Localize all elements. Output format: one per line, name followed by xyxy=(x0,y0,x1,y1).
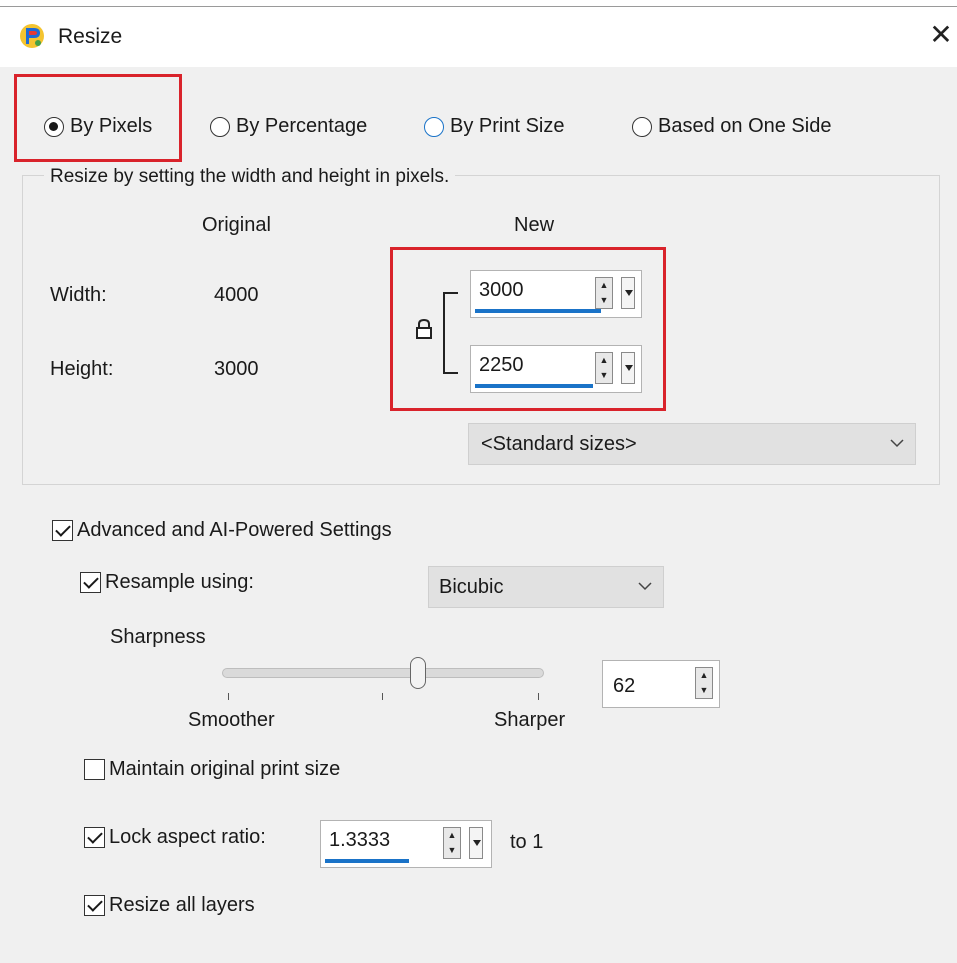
radio-label: By Print Size xyxy=(450,115,565,137)
slider-tick xyxy=(228,693,229,700)
checkbox-label: Resample using: xyxy=(105,571,254,593)
lock-aspect-ratio-checkbox[interactable]: Lock aspect ratio: xyxy=(84,826,266,849)
resample-checkbox[interactable]: Resample using: xyxy=(80,571,254,594)
resample-method-select[interactable]: Bicubic xyxy=(428,566,664,608)
slider-tick xyxy=(382,693,383,700)
maintain-print-size-checkbox[interactable]: Maintain original print size xyxy=(84,758,340,781)
radio-by-pixels[interactable]: By Pixels xyxy=(44,115,152,138)
aspect-ratio-suffix: to 1 xyxy=(510,831,544,853)
checkbox-indicator xyxy=(84,895,105,916)
app-logo-icon xyxy=(20,24,44,48)
original-width-value: 4000 xyxy=(214,284,259,306)
height-label: Height: xyxy=(50,358,114,380)
radio-label: By Percentage xyxy=(236,115,368,137)
radio-indicator xyxy=(632,116,652,137)
smoother-label: Smoother xyxy=(188,709,275,731)
sharpness-up-down-icon[interactable]: ▲ ▼ xyxy=(695,667,713,699)
aspect-up-down-icon[interactable]: ▲ ▼ xyxy=(443,827,461,859)
checkbox-indicator xyxy=(84,827,105,848)
radio-by-percentage[interactable]: By Percentage xyxy=(210,115,367,138)
width-dropdown-icon[interactable] xyxy=(621,277,635,309)
slider-tick xyxy=(538,693,539,700)
sharper-label: Sharper xyxy=(494,709,566,731)
sharpness-label: Sharpness xyxy=(110,626,206,648)
height-dropdown-icon[interactable] xyxy=(621,352,635,384)
title-bar xyxy=(0,7,957,67)
radio-by-print-size[interactable]: By Print Size xyxy=(424,115,564,138)
input-underline xyxy=(475,309,601,313)
original-height-value: 3000 xyxy=(214,358,259,380)
input-underline xyxy=(475,384,593,388)
width-up-down-icon[interactable]: ▲ ▼ xyxy=(595,277,613,309)
window-title: Resize xyxy=(58,25,123,48)
new-width-value: 3000 xyxy=(479,279,524,301)
sharpness-slider-track[interactable] xyxy=(222,668,544,678)
radio-indicator xyxy=(44,116,64,137)
aspect-ratio-spinner[interactable]: 1.3333 ▲ ▼ xyxy=(320,820,492,868)
chevron-down-icon xyxy=(890,439,904,448)
column-new-header: New xyxy=(514,214,555,236)
checkbox-label: Lock aspect ratio: xyxy=(109,826,266,848)
checkbox-indicator xyxy=(80,572,101,593)
radio-indicator xyxy=(210,116,230,137)
height-up-down-icon[interactable]: ▲ ▼ xyxy=(595,352,613,384)
standard-sizes-select[interactable]: <Standard sizes> xyxy=(468,423,916,465)
sharpness-slider-thumb[interactable] xyxy=(410,657,426,689)
radio-indicator xyxy=(424,116,444,137)
aspect-ratio-value: 1.3333 xyxy=(329,829,391,851)
resize-all-layers-checkbox[interactable]: Resize all layers xyxy=(84,894,255,917)
column-original-header: Original xyxy=(202,214,271,236)
advanced-settings-checkbox[interactable]: Advanced and AI-Powered Settings xyxy=(52,519,392,542)
checkbox-indicator xyxy=(52,520,73,541)
checkbox-label: Maintain original print size xyxy=(109,758,341,780)
aspect-dropdown-icon[interactable] xyxy=(469,827,483,859)
checkbox-label: Resize all layers xyxy=(109,894,255,916)
new-height-value: 2250 xyxy=(479,354,524,376)
width-label: Width: xyxy=(50,284,107,306)
close-icon[interactable]: ✕ xyxy=(926,20,956,50)
new-height-spinner[interactable]: 2250 ▲ ▼ xyxy=(470,345,642,393)
checkbox-indicator xyxy=(84,759,105,780)
resample-method-value: Bicubic xyxy=(439,576,504,598)
chevron-down-icon xyxy=(638,582,652,591)
radio-label: Based on One Side xyxy=(658,115,832,137)
sharpness-value: 62 xyxy=(613,675,636,697)
sharpness-spinner[interactable]: 62 ▲ ▼ xyxy=(602,660,720,708)
new-width-spinner[interactable]: 3000 ▲ ▼ xyxy=(470,270,642,318)
group-legend: Resize by setting the width and height i… xyxy=(44,166,456,188)
checkbox-label: Advanced and AI-Powered Settings xyxy=(77,519,392,541)
lock-icon[interactable] xyxy=(415,318,433,340)
radio-label: By Pixels xyxy=(70,115,153,137)
input-underline xyxy=(325,859,409,863)
standard-sizes-value: <Standard sizes> xyxy=(481,433,637,455)
radio-based-on-one-side[interactable]: Based on One Side xyxy=(632,115,831,138)
